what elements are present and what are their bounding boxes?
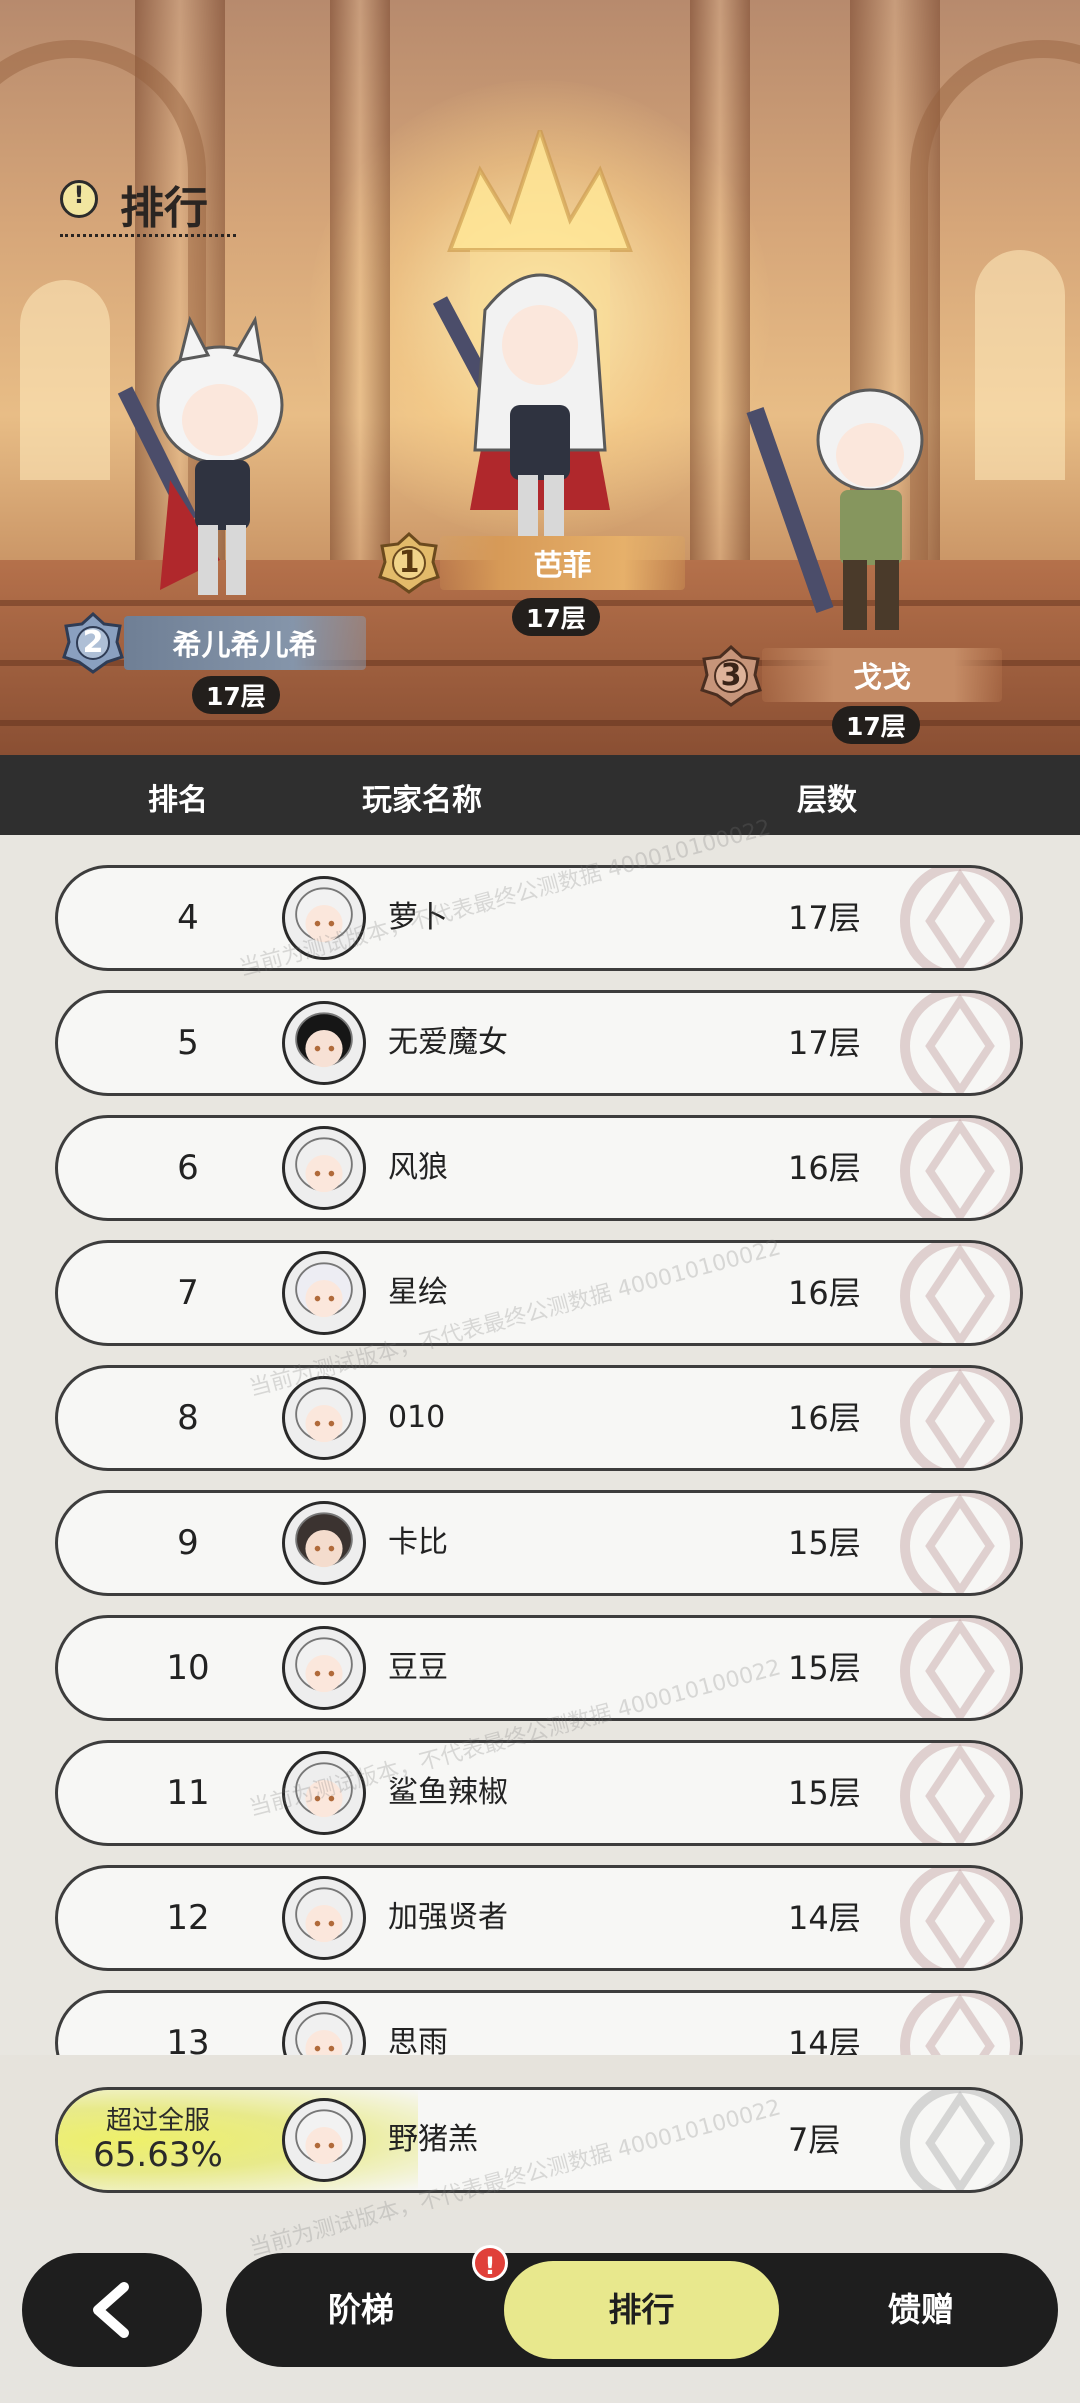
rank-number: 4 [177, 898, 199, 938]
rank-number: 7 [177, 1273, 199, 1313]
rank-1-number: 1 [398, 545, 420, 580]
window [20, 280, 110, 480]
player-floor: 14层 [788, 2024, 861, 2055]
table-row[interactable]: 10 豆豆 15层 [55, 1615, 1023, 1721]
player-floor: 15层 [788, 1649, 861, 1687]
emblem-icon [900, 868, 1020, 968]
player-floor: 15层 [788, 1774, 861, 1812]
table-row[interactable]: 7 星绘 16层 [55, 1240, 1023, 1346]
bottom-navigation: 阶梯 排行 馈赠 ! [0, 2210, 1080, 2403]
table-row[interactable]: 8 010 16层 [55, 1365, 1023, 1471]
player-floor: 16层 [788, 1149, 861, 1187]
avatar [282, 1751, 366, 1835]
player-floor: 17层 [788, 1024, 861, 1062]
tab-ranking[interactable]: 排行 [504, 2261, 779, 2359]
player-floor: 14层 [788, 1899, 861, 1937]
rank-number: 10 [166, 1648, 210, 1688]
window [975, 250, 1065, 480]
emblem-icon [900, 1368, 1020, 1468]
player-name: 风狼 [388, 1150, 448, 1185]
avatar [282, 1626, 366, 1710]
podium-banner: 排行 1 芭菲 17层 [0, 0, 1080, 755]
avatar [282, 1376, 366, 1460]
player-name: 思雨 [388, 2025, 448, 2055]
player-floor: 17层 [788, 899, 861, 937]
column-player-name: 玩家名称 [362, 783, 482, 818]
tab-ladder[interactable]: 阶梯 [246, 2253, 476, 2367]
player-name: 加强贤者 [388, 1900, 508, 1935]
back-button[interactable] [22, 2253, 202, 2367]
emblem-icon [900, 993, 1020, 1093]
rank-2-number: 2 [82, 625, 104, 660]
table-row[interactable]: 6 风狼 16层 [55, 1115, 1023, 1221]
my-floor: 7层 [788, 2121, 841, 2159]
rank-2-name: 希儿希儿希 [124, 616, 366, 670]
player-name: 星绘 [388, 1275, 448, 1310]
my-player-name: 野猪羔 [388, 2122, 478, 2157]
percentile-value: 65.63% [93, 2135, 223, 2175]
rank-2-floor: 17层 [192, 676, 280, 714]
player-floor: 15层 [788, 1524, 861, 1562]
column-rank: 排名 [148, 783, 208, 818]
percentile-label: 超过全服 [105, 2106, 210, 2136]
rank-number: 11 [166, 1773, 210, 1813]
page-title-text: 排行 [120, 183, 208, 234]
tab-gift[interactable]: 馈赠 [806, 2253, 1036, 2367]
avatar [282, 1876, 366, 1960]
player-name: 无爱魔女 [388, 1025, 508, 1060]
tab-bar: 阶梯 排行 馈赠 [226, 2253, 1058, 2367]
player-name: 萝卜 [388, 900, 448, 935]
ranking-list[interactable]: 4 萝卜 17层 5 无爱魔女 17层 6 风狼 16层 7 星绘 16层 8 010 16层 9 卡比 15层 1… [0, 835, 1080, 2055]
table-row[interactable]: 9 卡比 15层 [55, 1490, 1023, 1596]
table-row[interactable]: 12 加强贤者 14层 [55, 1865, 1023, 1971]
emblem-icon [900, 1493, 1020, 1593]
rank-number: 13 [166, 2023, 210, 2055]
emblem-icon [900, 1618, 1020, 1718]
pillar [690, 0, 750, 560]
avatar [282, 876, 366, 960]
rank-2-character [117, 315, 284, 595]
table-row[interactable]: 11 鲨鱼辣椒 15层 [55, 1740, 1023, 1846]
rank-3-name: 戈戈 [762, 648, 1002, 702]
ranking-column-header: 排名 玩家名称 层数 [0, 755, 1080, 835]
info-icon [60, 180, 98, 218]
rank-1-character [432, 273, 610, 555]
emblem-icon [900, 1868, 1020, 1968]
my-rank-row[interactable]: 超过全服 65.63% 野猪羔 7层 [55, 2087, 1023, 2193]
emblem-icon [900, 2090, 1020, 2190]
rank-1-name: 芭菲 [440, 536, 685, 590]
player-name: 鲨鱼辣椒 [388, 1775, 508, 1810]
rank-3-character [746, 388, 924, 630]
avatar [282, 1251, 366, 1335]
rank-3-floor: 17层 [832, 706, 920, 744]
table-row[interactable]: 5 无爱魔女 17层 [55, 990, 1023, 1096]
table-row[interactable]: 4 萝卜 17层 [55, 865, 1023, 971]
chevron-left-icon [93, 2282, 129, 2338]
rank-number: 8 [177, 1398, 199, 1438]
pillar [330, 0, 390, 560]
rank-3-number: 3 [720, 658, 742, 693]
emblem-icon [900, 1243, 1020, 1343]
player-name: 豆豆 [388, 1650, 448, 1685]
rank-number: 5 [177, 1023, 199, 1063]
avatar [282, 1126, 366, 1210]
player-name: 010 [388, 1400, 446, 1435]
title-underline [60, 234, 236, 237]
table-row[interactable]: 13 思雨 14层 [55, 1990, 1023, 2055]
emblem-icon [900, 1118, 1020, 1218]
player-floor: 16层 [788, 1399, 861, 1437]
rank-1-floor: 17层 [512, 598, 600, 636]
emblem-icon [900, 1993, 1020, 2055]
avatar [282, 1001, 366, 1085]
avatar [282, 1501, 366, 1585]
emblem-icon [900, 1743, 1020, 1843]
notification-badge: ! [472, 2245, 508, 2281]
rank-number: 12 [166, 1898, 210, 1938]
player-floor: 16层 [788, 1274, 861, 1312]
rank-number: 6 [177, 1148, 199, 1188]
player-name: 卡比 [388, 1525, 448, 1560]
column-floor: 层数 [797, 783, 857, 818]
avatar [282, 2098, 366, 2182]
rank-number: 9 [177, 1523, 199, 1563]
